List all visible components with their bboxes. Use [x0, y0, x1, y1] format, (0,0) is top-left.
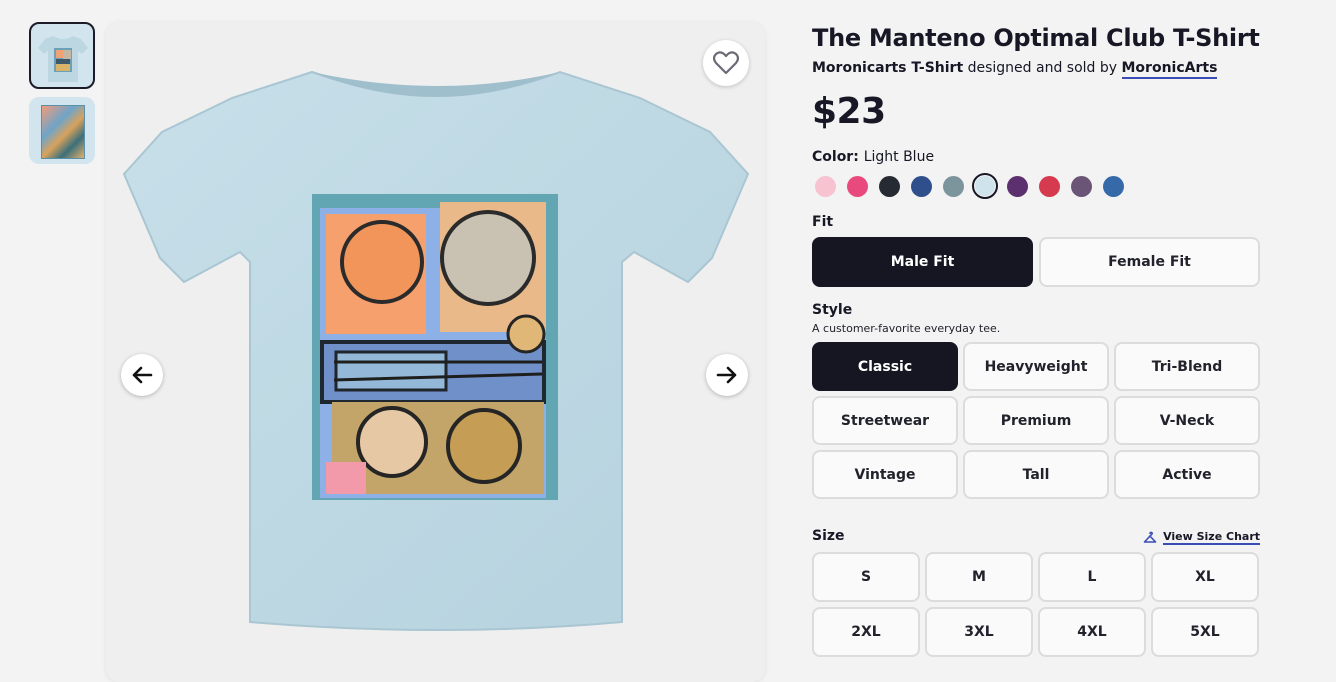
size-options: S M L XL 2XL 3XL 4XL 5XL — [812, 552, 1262, 657]
fit-option-male-fit[interactable]: Male Fit — [812, 237, 1033, 287]
style-option-v-neck[interactable]: V-Neck — [1114, 396, 1260, 445]
size-option-s[interactable]: S — [812, 552, 920, 602]
heart-icon — [713, 51, 739, 75]
style-option-active[interactable]: Active — [1114, 450, 1260, 499]
size-header: Size View Size Chart — [812, 527, 1260, 545]
color-swatch[interactable] — [1068, 173, 1094, 199]
color-swatch[interactable] — [940, 173, 966, 199]
size-option-2xl[interactable]: 2XL — [812, 607, 920, 657]
size-option-5xl[interactable]: 5XL — [1151, 607, 1259, 657]
style-option-tri-blend[interactable]: Tri-Blend — [1114, 342, 1260, 391]
size-option-xl[interactable]: XL — [1151, 552, 1259, 602]
thumbnail-list — [29, 22, 95, 172]
product-type: Moronicarts T-Shirt — [812, 60, 964, 76]
fit-label: Fit — [812, 214, 834, 230]
arrow-left-icon — [132, 366, 153, 384]
style-option-streetwear[interactable]: Streetwear — [812, 396, 958, 445]
thumbnail-artwork[interactable] — [29, 97, 95, 164]
color-swatch-dot — [975, 176, 995, 196]
byline-text: designed and sold by — [967, 60, 1118, 76]
product-byline: Moronicarts T-Shirt designed and sold by… — [812, 58, 1262, 79]
color-swatch-dot — [814, 175, 836, 197]
artist-link[interactable]: MoronicArts — [1121, 60, 1218, 79]
view-size-chart-link[interactable]: View Size Chart — [1143, 530, 1260, 545]
favorite-button[interactable] — [703, 40, 749, 86]
product-image-gallery — [106, 22, 765, 682]
size-option-m[interactable]: M — [925, 552, 1033, 602]
product-options-panel: The Manteno Optimal Club T-Shirt Moronic… — [812, 22, 1262, 657]
style-options: Classic Heavyweight Tri-Blend Streetwear Pre… — [812, 342, 1262, 499]
hanger-icon — [1143, 531, 1157, 543]
style-option-classic[interactable]: Classic — [812, 342, 958, 391]
color-swatch[interactable] — [1004, 173, 1030, 199]
style-option-heavyweight[interactable]: Heavyweight — [963, 342, 1109, 391]
size-chart-text: View Size Chart — [1163, 530, 1260, 545]
product-price: $23 — [812, 91, 886, 132]
size-option-4xl[interactable]: 4XL — [1038, 607, 1146, 657]
tshirt-thumbnail-icon — [38, 36, 88, 82]
arrow-right-icon — [716, 366, 737, 384]
size-option-l[interactable]: L — [1038, 552, 1146, 602]
color-swatch-dot — [878, 175, 900, 197]
color-swatch[interactable] — [812, 173, 838, 199]
tshirt-product-image — [122, 70, 750, 631]
artwork-thumbnail-image — [41, 105, 85, 159]
style-option-premium[interactable]: Premium — [963, 396, 1109, 445]
color-swatch-dot — [910, 175, 932, 197]
color-swatch[interactable] — [844, 173, 870, 199]
color-swatch-dot — [1102, 175, 1124, 197]
color-swatch-dot — [1070, 175, 1092, 197]
color-swatch[interactable] — [908, 173, 934, 199]
color-swatch[interactable] — [1036, 173, 1062, 199]
fit-option-female-fit[interactable]: Female Fit — [1039, 237, 1260, 287]
style-option-vintage[interactable]: Vintage — [812, 450, 958, 499]
style-description: A customer-favorite everyday tee. — [812, 322, 1001, 335]
next-image-button[interactable] — [706, 354, 748, 396]
thumbnail-front[interactable] — [29, 22, 95, 89]
style-label: Style — [812, 302, 853, 318]
color-swatches — [812, 173, 1262, 199]
color-swatch-dot — [1006, 175, 1028, 197]
product-title: The Manteno Optimal Club T-Shirt — [812, 24, 1260, 52]
color-swatch[interactable] — [972, 173, 998, 199]
size-label: Size — [812, 528, 845, 544]
color-swatch-dot — [1038, 175, 1060, 197]
style-option-tall[interactable]: Tall — [963, 450, 1109, 499]
previous-image-button[interactable] — [121, 354, 163, 396]
color-swatch[interactable] — [1100, 173, 1126, 199]
color-swatch-dot — [846, 175, 868, 197]
color-label-text: Color: — [812, 149, 859, 165]
size-option-3xl[interactable]: 3XL — [925, 607, 1033, 657]
selected-color-name: Light Blue — [863, 149, 935, 165]
color-swatch[interactable] — [876, 173, 902, 199]
fit-options: Male Fit Female Fit — [812, 237, 1262, 287]
color-label: Color: Light Blue — [812, 148, 1262, 166]
color-swatch-dot — [942, 175, 964, 197]
